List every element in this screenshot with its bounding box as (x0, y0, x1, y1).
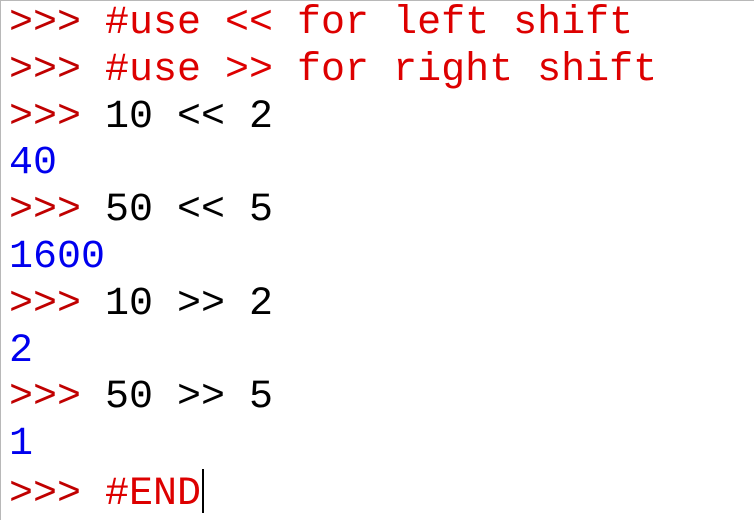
comment-line: >>> #use << for left shift (9, 1, 657, 48)
python-shell[interactable]: >>> #use << for left shift >>> #use >> fo… (0, 0, 754, 520)
comment-text: #use << for left shift (105, 1, 634, 46)
input-line: >>> 50 << 5 (9, 188, 657, 235)
input-line: >>> 50 >> 5 (9, 375, 657, 422)
comment-line: >>> #END (9, 468, 657, 517)
code-text: 50 >> 5 (105, 375, 274, 421)
code-text: 10 << 2 (105, 94, 274, 140)
prompt-marker: >>> (9, 47, 106, 93)
input-line: >>> 10 >> 2 (9, 282, 657, 329)
input-line: >>> 10 << 2 (9, 95, 657, 142)
code-text: 10 >> 2 (105, 281, 274, 327)
prompt-marker: >>> (9, 94, 106, 140)
prompt-marker: >>> (9, 188, 106, 234)
code-text: 50 << 5 (105, 188, 274, 234)
output-text: 40 (9, 141, 58, 187)
prompt-marker: >>> (9, 471, 106, 517)
output-line: 2 (9, 329, 657, 376)
comment-text: #END (105, 471, 202, 517)
comment-line: >>> #use >> for right shift (9, 48, 657, 95)
comment-text: #use >> for right shift (105, 47, 658, 93)
output-line: 1 (9, 422, 657, 469)
prompt-marker: >>> (9, 1, 106, 46)
output-text: 1600 (9, 234, 106, 280)
output-text: 1 (9, 422, 34, 468)
output-line: 1600 (9, 235, 657, 282)
text-cursor[interactable] (202, 468, 205, 513)
prompt-marker: >>> (9, 281, 106, 327)
shell-lines: >>> #use << for left shift >>> #use >> fo… (9, 1, 657, 517)
prompt-marker: >>> (9, 375, 106, 421)
output-text: 2 (9, 328, 34, 374)
output-line: 40 (9, 141, 657, 188)
